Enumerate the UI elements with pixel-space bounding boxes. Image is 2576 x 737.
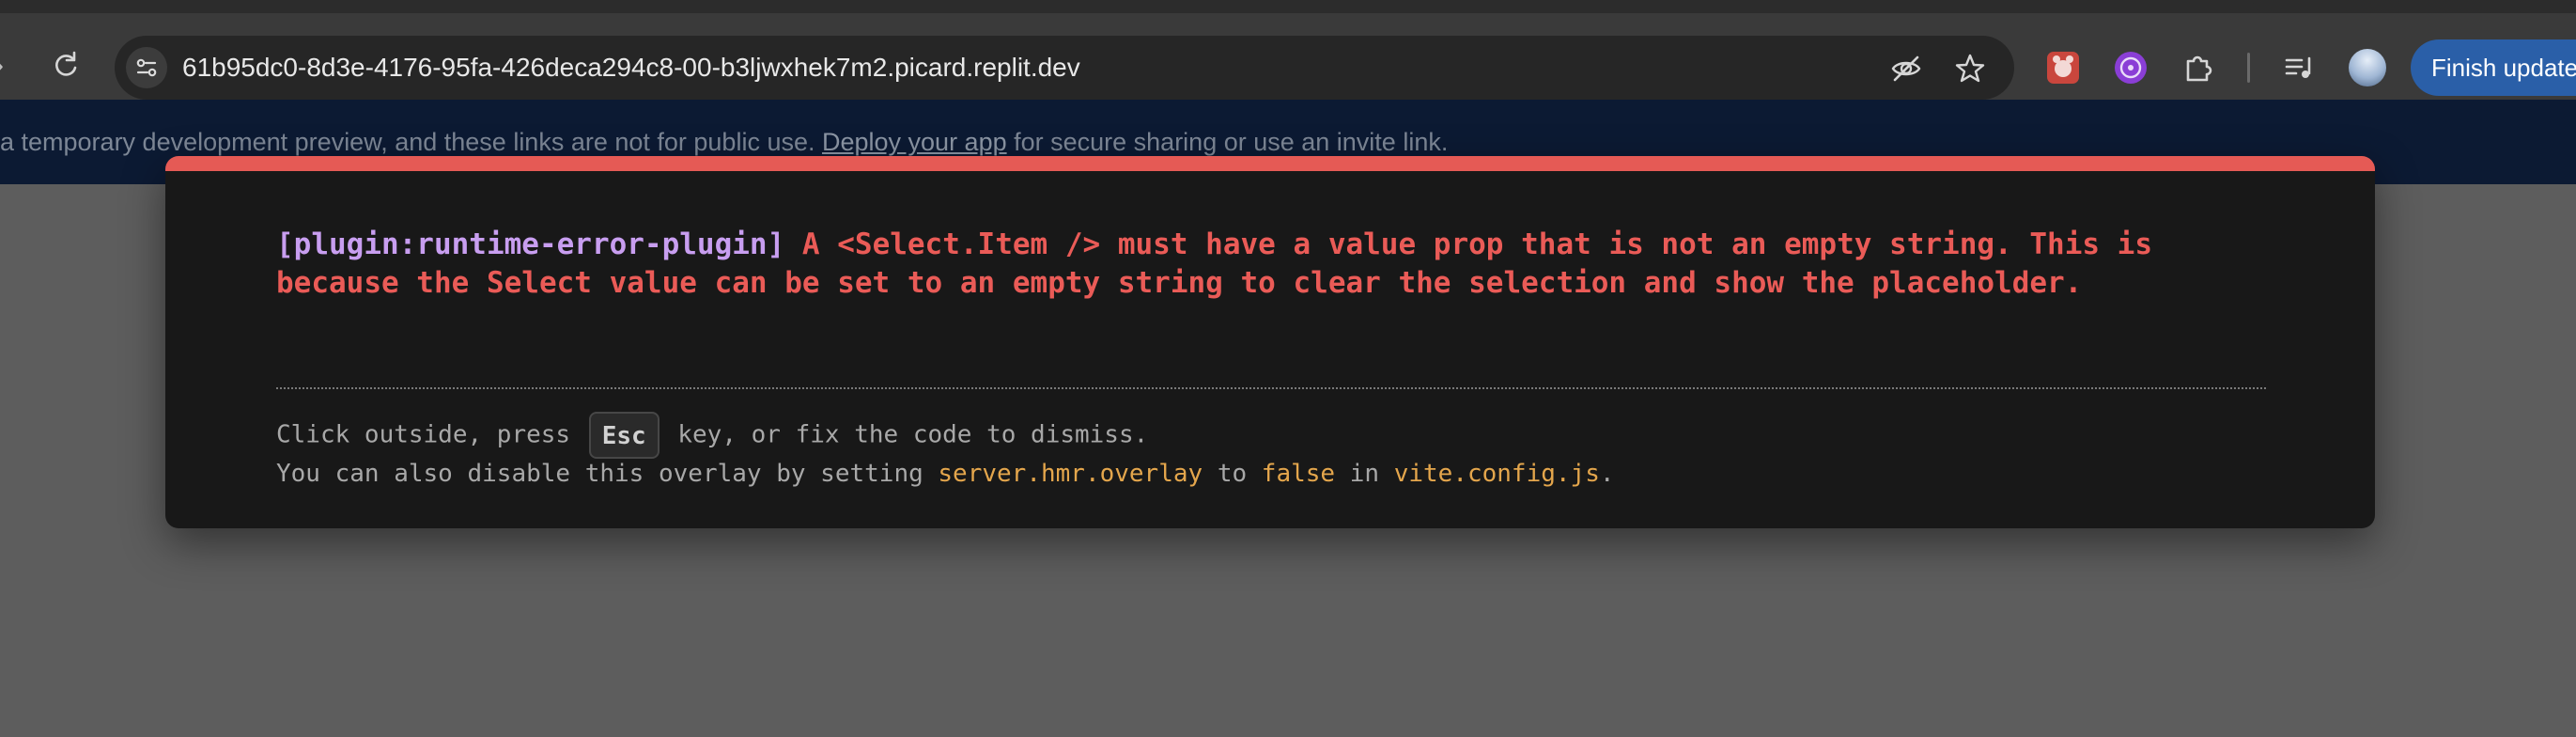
profile-avatar[interactable] [2349, 49, 2386, 86]
error-message: [plugin:runtime-error-plugin] A <Select.… [276, 226, 2287, 303]
extension-purple-icon[interactable] [2112, 49, 2149, 86]
config-key: server.hmr.overlay [938, 460, 1203, 488]
banner-text: a temporary development preview, and the… [0, 126, 1448, 158]
extension-app-icon[interactable] [2044, 49, 2082, 86]
dismiss-tip: Click outside, press Esc key, or fix the… [276, 412, 1149, 459]
tip2-text-d: . [1599, 460, 1615, 488]
browser-toolbar: › 61b95dc0-8d3e-4176-95fa-426deca294c8-0… [0, 13, 2576, 100]
config-value: false [1261, 460, 1336, 488]
active-tab[interactable] [0, 0, 2386, 13]
tip1-after: key, or fix the code to dismiss. [677, 420, 1149, 449]
error-overlay[interactable]: [plugin:runtime-error-plugin] A <Select.… [165, 156, 2375, 528]
tip2-text-a: You can also disable this overlay by set… [276, 460, 939, 488]
inactive-tab[interactable] [2253, 0, 2576, 13]
deploy-app-link[interactable]: Deploy your app [822, 128, 1007, 156]
site-settings-icon[interactable] [126, 47, 167, 88]
banner-text-after: for secure sharing or use an invite link… [1006, 128, 1449, 156]
tab-strip [0, 0, 2576, 13]
tip2-text-b: to [1203, 460, 1262, 488]
url-text[interactable]: 61b95dc0-8d3e-4176-95fa-426deca294c8-00-… [182, 53, 1080, 83]
esc-key: Esc [588, 412, 660, 459]
config-file: vite.config.js [1393, 460, 1600, 488]
eye-off-icon[interactable] [1888, 51, 1924, 86]
disable-overlay-tip: You can also disable this overlay by set… [276, 455, 1615, 493]
forward-arrow-icon[interactable]: › [0, 52, 15, 80]
banner-text-before: a temporary development preview, and the… [0, 128, 822, 156]
puzzle-piece-icon[interactable] [2180, 49, 2217, 86]
toolbar-separator [2247, 53, 2250, 83]
finish-update-button[interactable]: Finish update [2411, 39, 2576, 96]
tip2-text-c: in [1335, 460, 1394, 488]
reload-icon[interactable] [47, 47, 85, 85]
overlay-divider [276, 387, 2266, 389]
address-bar[interactable]: 61b95dc0-8d3e-4176-95fa-426deca294c8-00-… [115, 36, 2014, 100]
tip1-before: Click outside, press [276, 420, 571, 449]
bookmark-star-icon[interactable] [1952, 51, 1988, 86]
media-control-icon[interactable] [2281, 49, 2319, 86]
plugin-id: [plugin:runtime-error-plugin] [276, 227, 785, 261]
